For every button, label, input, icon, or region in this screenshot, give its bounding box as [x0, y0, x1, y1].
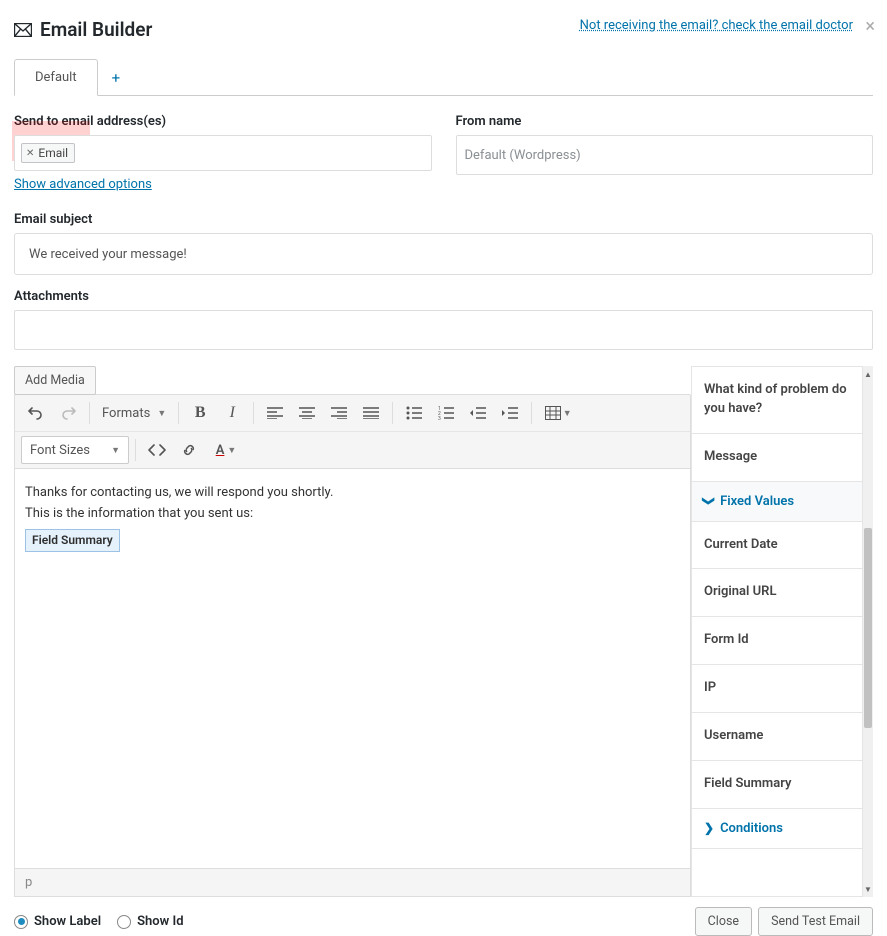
bold-icon[interactable]: B [185, 399, 215, 427]
page-title: Email Builder [40, 18, 152, 41]
italic-icon[interactable]: I [217, 399, 247, 427]
subject-value: We received your message! [29, 247, 187, 262]
chevron-right-icon: ❯ [704, 821, 714, 835]
advanced-options-link[interactable]: Show advanced options [14, 177, 432, 192]
add-media-button[interactable]: Add Media [14, 366, 96, 395]
from-name-input[interactable]: Default (Wordpress) [456, 135, 874, 175]
numbered-list-icon[interactable]: 123 [431, 399, 461, 427]
envelope-icon [14, 23, 32, 37]
field-summary-tag[interactable]: Field Summary [25, 529, 120, 552]
redo-icon[interactable] [53, 399, 83, 427]
subject-input[interactable]: We received your message! [14, 233, 873, 275]
scroll-down-icon[interactable]: ▼ [863, 881, 873, 897]
attachments-input[interactable] [14, 310, 873, 350]
side-item-original-url[interactable]: Original URL [692, 569, 862, 617]
table-icon[interactable]: ▼ [538, 399, 578, 427]
bullet-list-icon[interactable] [399, 399, 429, 427]
fields-side-panel: What kind of problem do you have? Messag… [691, 366, 863, 897]
outdent-icon[interactable] [463, 399, 493, 427]
close-icon[interactable]: × [865, 16, 875, 37]
scroll-track[interactable] [863, 382, 873, 881]
add-tab-button[interactable]: + [98, 61, 135, 95]
side-item-message[interactable]: Message [692, 434, 862, 482]
code-icon[interactable] [142, 436, 172, 464]
align-left-icon[interactable] [260, 399, 290, 427]
align-right-icon[interactable] [324, 399, 354, 427]
formats-select[interactable]: Formats▼ [96, 399, 172, 427]
editor-toolbar: Formats▼ B I 123 ▼ [14, 394, 691, 469]
radio-checked-icon [14, 915, 28, 929]
subject-label: Email subject [14, 212, 873, 227]
status-path: p [25, 875, 32, 890]
side-header-fixed-values[interactable]: ❯ Fixed Values [692, 482, 862, 522]
show-id-radio[interactable]: Show Id [117, 914, 183, 929]
scroll-thumb[interactable] [864, 528, 872, 728]
editor-line-1: Thanks for contacting us, we will respon… [25, 483, 680, 504]
indent-icon[interactable] [495, 399, 525, 427]
side-item-ip[interactable]: IP [692, 665, 862, 713]
attachments-label: Attachments [14, 289, 873, 304]
send-to-input[interactable]: ✕ Email [14, 135, 432, 171]
editor-line-2: This is the information that you sent us… [25, 504, 680, 525]
text-color-icon[interactable]: A ▼ [206, 436, 246, 464]
side-item-problem[interactable]: What kind of problem do you have? [692, 367, 862, 434]
editor-body[interactable]: Thanks for contacting us, we will respon… [14, 469, 691, 869]
svg-text:3: 3 [438, 416, 441, 420]
tab-default[interactable]: Default [14, 59, 98, 96]
close-button[interactable]: Close [695, 907, 752, 936]
scroll-up-icon[interactable]: ▲ [863, 366, 873, 382]
chevron-down-icon: ❯ [702, 496, 716, 506]
editor-status-bar: p [14, 869, 691, 897]
email-tag-label: Email [38, 146, 68, 160]
side-item-form-id[interactable]: Form Id [692, 617, 862, 665]
remove-tag-icon[interactable]: ✕ [26, 148, 34, 159]
from-name-placeholder: Default (Wordpress) [465, 148, 581, 163]
font-sizes-select[interactable]: Font Sizes▼ [21, 436, 129, 464]
email-tag[interactable]: ✕ Email [21, 143, 75, 163]
side-header-conditions[interactable]: ❯ Conditions [692, 809, 862, 849]
radio-unchecked-icon [117, 915, 131, 929]
show-label-radio[interactable]: Show Label [14, 914, 101, 929]
side-scrollbar[interactable]: ▲ ▼ [863, 366, 873, 897]
align-center-icon[interactable] [292, 399, 322, 427]
undo-icon[interactable] [21, 399, 51, 427]
send-test-email-button[interactable]: Send Test Email [758, 907, 873, 936]
from-name-label: From name [456, 114, 874, 129]
link-icon[interactable] [174, 436, 204, 464]
side-item-username[interactable]: Username [692, 713, 862, 761]
side-item-current-date[interactable]: Current Date [692, 522, 862, 570]
side-item-field-summary[interactable]: Field Summary [692, 761, 862, 809]
email-doctor-link[interactable]: Not receiving the email? check the email… [580, 18, 853, 33]
align-justify-icon[interactable] [356, 399, 386, 427]
